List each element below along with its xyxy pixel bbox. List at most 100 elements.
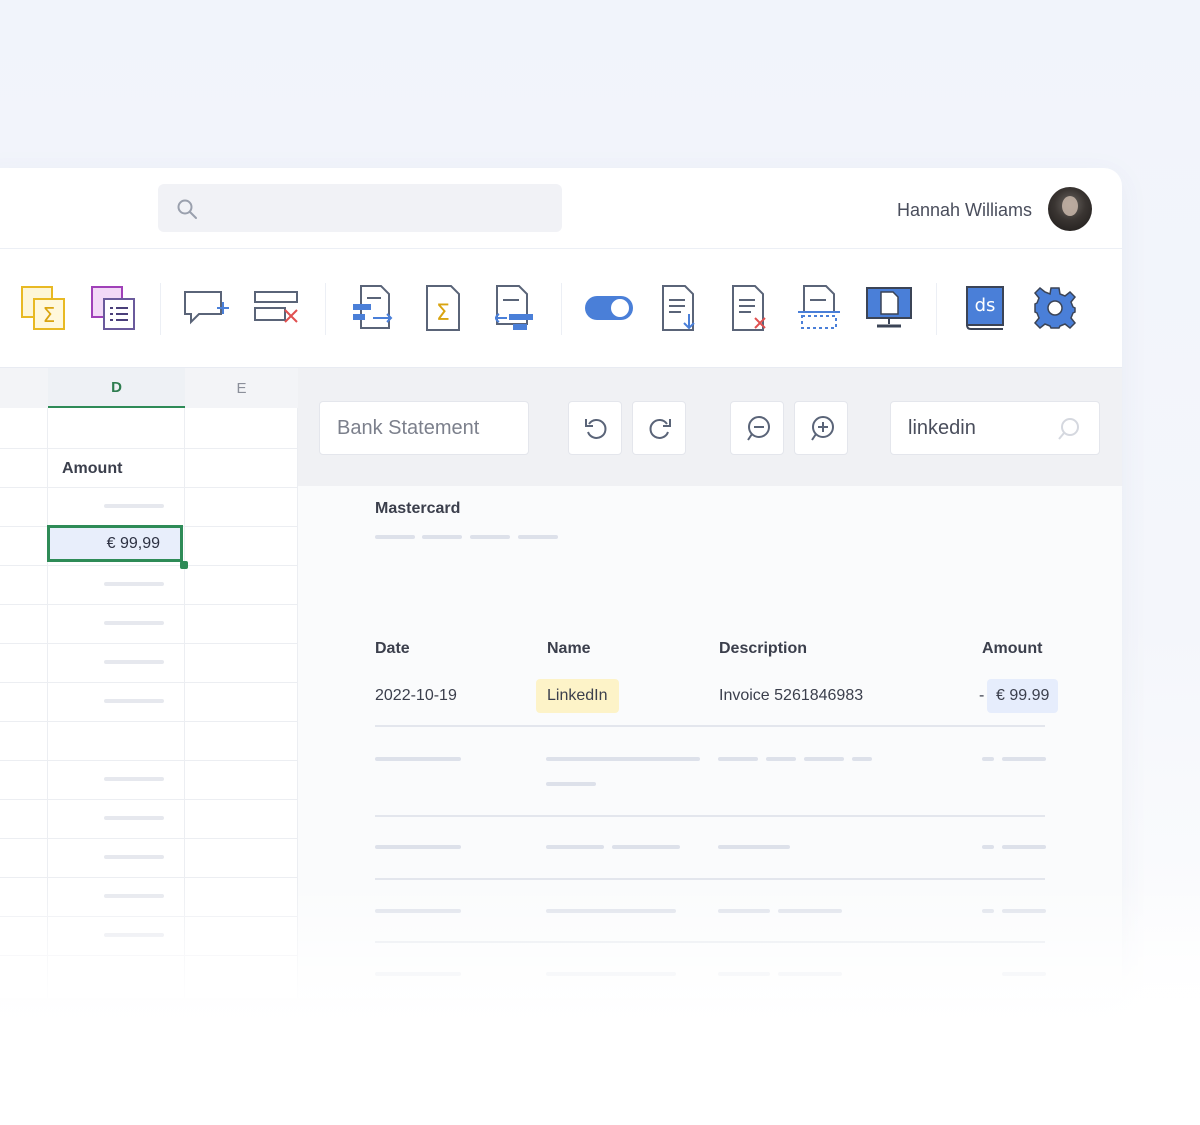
grid-line bbox=[47, 408, 48, 998]
placeholder-text bbox=[778, 972, 842, 976]
row-divider bbox=[375, 725, 1045, 727]
fill-handle[interactable] bbox=[180, 561, 188, 569]
grid-line bbox=[0, 721, 298, 722]
placeholder-text bbox=[518, 535, 558, 539]
amount-header-cell[interactable]: Amount bbox=[62, 460, 122, 478]
grid-line bbox=[0, 448, 298, 449]
delete-row-icon[interactable] bbox=[252, 283, 302, 333]
grid-line bbox=[0, 877, 298, 878]
placeholder-text bbox=[982, 845, 994, 849]
top-header: Hannah Williams bbox=[0, 168, 1122, 249]
doc-link-icon[interactable] bbox=[488, 283, 538, 333]
svg-text:Σ: Σ bbox=[436, 301, 450, 326]
toolbar-separator bbox=[325, 283, 326, 335]
doc-frame-icon[interactable] bbox=[794, 283, 844, 333]
placeholder-cell bbox=[104, 777, 164, 781]
doc-delete-icon[interactable] bbox=[724, 283, 774, 333]
grid-line bbox=[0, 955, 298, 956]
placeholder-text bbox=[982, 757, 994, 761]
doc-transfer-icon[interactable] bbox=[348, 283, 398, 333]
search-icon bbox=[177, 199, 197, 219]
gear-icon[interactable] bbox=[1030, 283, 1080, 333]
col-header-date: Date bbox=[375, 640, 410, 657]
placeholder-text bbox=[766, 757, 796, 761]
column-header-d[interactable]: D bbox=[48, 368, 185, 408]
col-header-amount: Amount bbox=[982, 640, 1043, 657]
placeholder-text bbox=[612, 845, 680, 849]
grid-line bbox=[184, 408, 185, 998]
placeholder-text bbox=[1002, 845, 1046, 849]
app-window: Hannah Williams Σ Σ ds D E Amount € 99,9… bbox=[0, 168, 1122, 998]
row-amount-highlight[interactable]: € 99.99 bbox=[987, 679, 1059, 713]
avatar[interactable] bbox=[1048, 187, 1092, 231]
redo-button[interactable] bbox=[632, 401, 686, 455]
global-search-input[interactable] bbox=[158, 184, 562, 232]
grid-line bbox=[0, 643, 298, 644]
placeholder-cell bbox=[104, 621, 164, 625]
doc-download-icon[interactable] bbox=[654, 283, 704, 333]
zoom-in-button[interactable] bbox=[794, 401, 848, 455]
placeholder-cell bbox=[104, 816, 164, 820]
placeholder-cell bbox=[104, 699, 164, 703]
ds-book-icon[interactable]: ds bbox=[960, 283, 1010, 333]
grid-line bbox=[0, 565, 298, 566]
placeholder-cell bbox=[104, 894, 164, 898]
grid-line bbox=[0, 838, 298, 839]
row-amount-sign: - bbox=[979, 687, 985, 704]
placeholder-text bbox=[1002, 757, 1046, 761]
placeholder-text bbox=[546, 972, 676, 976]
row-name-highlight[interactable]: LinkedIn bbox=[536, 679, 619, 713]
placeholder-text bbox=[718, 845, 790, 849]
column-header-c[interactable] bbox=[0, 368, 48, 408]
placeholder-text bbox=[718, 909, 770, 913]
placeholder-cell bbox=[104, 504, 164, 508]
grid-line bbox=[0, 799, 298, 800]
placeholder-text bbox=[375, 972, 461, 976]
row-divider bbox=[375, 941, 1045, 943]
document-panel-toolbar: Bank Statement linkedin bbox=[298, 368, 1122, 486]
user-name[interactable]: Hannah Williams bbox=[897, 200, 1032, 221]
placeholder-text bbox=[852, 757, 872, 761]
doc-sum-icon[interactable]: Σ bbox=[418, 283, 468, 333]
toolbar-separator bbox=[561, 283, 562, 335]
placeholder-text bbox=[375, 757, 461, 761]
grid-line bbox=[0, 487, 298, 488]
placeholder-cell bbox=[104, 855, 164, 859]
add-comment-icon[interactable] bbox=[182, 283, 232, 333]
sum-sheet-icon[interactable]: Σ bbox=[18, 283, 68, 333]
document-search-input[interactable]: linkedin bbox=[890, 401, 1100, 455]
document-name-field[interactable]: Bank Statement bbox=[319, 401, 529, 455]
placeholder-text bbox=[546, 845, 604, 849]
spreadsheet: D E Amount bbox=[0, 368, 298, 998]
placeholder-text bbox=[546, 782, 596, 786]
undo-button[interactable] bbox=[568, 401, 622, 455]
zoom-out-icon bbox=[747, 416, 770, 441]
list-sheet-icon[interactable] bbox=[88, 283, 138, 333]
placeholder-text bbox=[718, 972, 770, 976]
placeholder-text bbox=[546, 909, 676, 913]
col-header-description: Description bbox=[719, 640, 808, 657]
placeholder-text bbox=[470, 535, 510, 539]
grid-line bbox=[0, 682, 298, 683]
account-title: Mastercard bbox=[375, 500, 461, 517]
placeholder-text bbox=[375, 845, 461, 849]
placeholder-text bbox=[982, 909, 994, 913]
column-header-e[interactable]: E bbox=[185, 368, 298, 408]
zoom-out-button[interactable] bbox=[730, 401, 784, 455]
row-divider bbox=[375, 878, 1045, 880]
grid-line bbox=[0, 760, 298, 761]
monitor-doc-icon[interactable] bbox=[864, 283, 914, 333]
toggle-icon[interactable] bbox=[584, 283, 634, 333]
placeholder-text bbox=[1002, 972, 1046, 976]
col-header-name: Name bbox=[547, 640, 591, 657]
toolbar-separator bbox=[160, 283, 161, 335]
bank-statement-preview: Mastercard Date Name Description Amount … bbox=[298, 486, 1122, 998]
undo-icon bbox=[585, 419, 607, 439]
selected-cell[interactable]: € 99,99 bbox=[47, 525, 183, 562]
placeholder-cell bbox=[104, 660, 164, 664]
placeholder-cell bbox=[104, 582, 164, 586]
placeholder-text bbox=[778, 909, 842, 913]
toolbar: Σ Σ ds bbox=[0, 249, 1122, 368]
placeholder-cell bbox=[104, 933, 164, 937]
toolbar-separator bbox=[936, 283, 937, 335]
